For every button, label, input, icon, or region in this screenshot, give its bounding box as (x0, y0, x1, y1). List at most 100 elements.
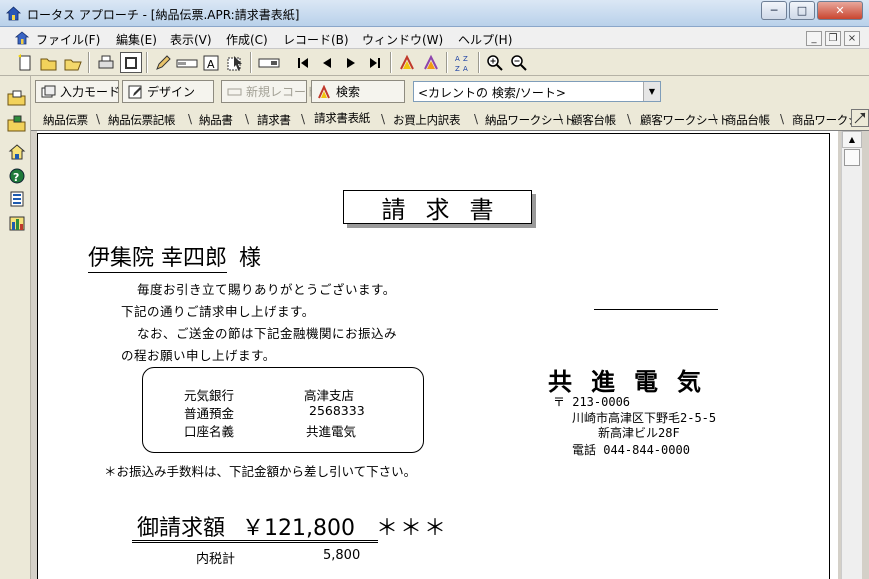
transfer-fee-note: ＊お振込み手数料は、下記金額から差し引いて下さい。 (104, 464, 417, 479)
record-icon[interactable] (257, 52, 283, 73)
new-record-icon (227, 85, 242, 99)
svg-text:A: A (455, 55, 460, 63)
zoom-in-icon[interactable] (484, 52, 506, 73)
mdi-minimize-button[interactable]: _ (806, 31, 822, 46)
total-stars: ＊＊＊ (376, 516, 449, 541)
text-tool-icon[interactable]: A (200, 52, 222, 73)
menu-record[interactable]: レコード(B) (283, 31, 349, 48)
account-holder-label: 口座名義 (184, 424, 235, 439)
customer-honorific: 様 (239, 246, 262, 271)
left-toolbar: ? (0, 76, 31, 579)
toolbar-separator (146, 52, 148, 73)
search-mode-icon (317, 84, 332, 99)
mdi-close-button[interactable]: × (844, 31, 860, 46)
svg-text:A: A (207, 58, 215, 71)
chevron-down-icon[interactable]: ▼ (643, 82, 660, 101)
title-bar: ロータス アプローチ - [納品伝票.APR:請求書表紙] ─ □ ✕ (0, 0, 869, 27)
invoice-title: 請求書 (343, 190, 532, 224)
mdi-restore-button[interactable]: ❐ (825, 31, 841, 46)
tab-okaiage-uchiwake[interactable]: お買上内訳表 (393, 112, 461, 128)
scroll-up-icon[interactable]: ▲ (842, 131, 862, 148)
search-button[interactable]: 検索 (311, 80, 405, 103)
open-folder-icon[interactable] (6, 88, 28, 108)
tab-separator: \ (188, 112, 193, 126)
maximize-button[interactable]: □ (789, 1, 815, 20)
open-folder-icon[interactable] (38, 52, 60, 73)
search-sort-dropdown[interactable]: <カレントの 検索/ソート> ▼ (413, 81, 661, 102)
design-icon (128, 85, 143, 99)
help-icon[interactable]: ? (6, 166, 28, 186)
tab-separator: \ (381, 112, 386, 126)
tab-shohin-daicho[interactable]: 商品台帳 (725, 112, 770, 128)
report-icon[interactable] (6, 213, 28, 233)
last-record-icon[interactable] (364, 52, 386, 73)
tab-separator: \ (474, 112, 479, 126)
select-tool-icon[interactable] (224, 52, 246, 73)
total-double-underline (132, 540, 378, 543)
total-label: 御請求額 (137, 516, 226, 541)
menu-edit[interactable]: 編集(E) (116, 31, 157, 48)
customer-name: 伊集院 幸四郎 (88, 246, 227, 273)
design-button[interactable]: デザイン (122, 80, 214, 103)
tab-separator: \ (245, 112, 250, 126)
tab-nouhin-denpyo[interactable]: 納品伝票 (43, 112, 88, 128)
preview-icon[interactable] (120, 52, 142, 73)
toolbar-separator (478, 52, 480, 73)
tab-separator: \ (713, 112, 718, 126)
field-icon[interactable] (176, 52, 198, 73)
toolbar-separator (88, 52, 90, 73)
account-holder: 共進電気 (306, 424, 357, 439)
minimize-button[interactable]: ─ (761, 1, 787, 20)
tab-kokyaku-daicho[interactable]: 顧客台帳 (571, 112, 616, 128)
new-file-icon[interactable] (14, 52, 36, 73)
document-home-icon[interactable] (14, 30, 30, 46)
prev-record-icon[interactable] (316, 52, 338, 73)
vertical-scrollbar[interactable]: ▲ (841, 131, 862, 579)
sort-icon[interactable]: AZZA (452, 52, 474, 73)
menu-help[interactable]: ヘルプ(H) (458, 31, 512, 48)
pencil-icon[interactable] (152, 52, 174, 73)
greeting-line-2: 下記の通りご請求申し上げます。 (121, 304, 315, 319)
tab-nouhin-denpyo-kicho[interactable]: 納品伝票記帳 (108, 112, 176, 128)
scroll-thumb[interactable] (844, 149, 860, 166)
app-icon (6, 6, 21, 21)
account-type: 普通預金 (184, 406, 235, 421)
total-amount: ￥121,800 (242, 516, 355, 541)
form-icon[interactable] (6, 189, 28, 209)
tab-shohin-worksheet[interactable]: 商品ワークシ (792, 112, 860, 128)
tab-separator: \ (780, 112, 785, 126)
save-folder-icon[interactable] (6, 114, 28, 134)
resize-corner-icon[interactable] (851, 109, 869, 127)
account-number: 2568333 (309, 403, 365, 418)
close-button[interactable]: ✕ (817, 1, 863, 20)
signature-line (594, 309, 718, 310)
open-file-icon[interactable] (62, 52, 84, 73)
input-mode-icon (41, 85, 56, 99)
window-title: ロータス アプローチ - [納品伝票.APR:請求書表紙] (27, 8, 300, 22)
zoom-out-icon[interactable] (508, 52, 530, 73)
bank-branch: 高津支店 (304, 388, 355, 403)
home-icon[interactable] (6, 142, 28, 162)
input-mode-button[interactable]: 入力モード (35, 80, 120, 103)
first-record-icon[interactable] (292, 52, 314, 73)
find-icon[interactable] (396, 52, 418, 73)
tab-seikyusho-hyoshi[interactable]: 請求書表紙 (314, 110, 370, 126)
tab-nouhinsho[interactable]: 納品書 (199, 112, 233, 128)
total-line: 御請求額 ￥121,800 ＊＊＊ (137, 510, 448, 542)
tab-separator: \ (96, 112, 101, 126)
menu-file[interactable]: ファイル(F) (36, 31, 100, 48)
menu-create[interactable]: 作成(C) (226, 31, 268, 48)
menu-view[interactable]: 表示(V) (170, 31, 212, 48)
print-icon[interactable] (95, 52, 117, 73)
customer-line: 伊集院 幸四郎様 (88, 240, 262, 273)
new-record-button[interactable]: 新規レコード (221, 80, 318, 103)
next-record-icon[interactable] (340, 52, 362, 73)
svg-text:Z: Z (455, 65, 460, 73)
menu-window[interactable]: ウィンドウ(W) (362, 31, 443, 48)
greeting-line-3: なお、ご送金の節は下記金融機関にお振込み (137, 326, 398, 341)
svg-text:Z: Z (463, 55, 468, 63)
find-all-icon[interactable] (420, 52, 442, 73)
toolbar-separator (446, 52, 448, 73)
company-name: 共進電気 (548, 368, 720, 396)
tab-seikyusho[interactable]: 請求書 (257, 112, 291, 128)
